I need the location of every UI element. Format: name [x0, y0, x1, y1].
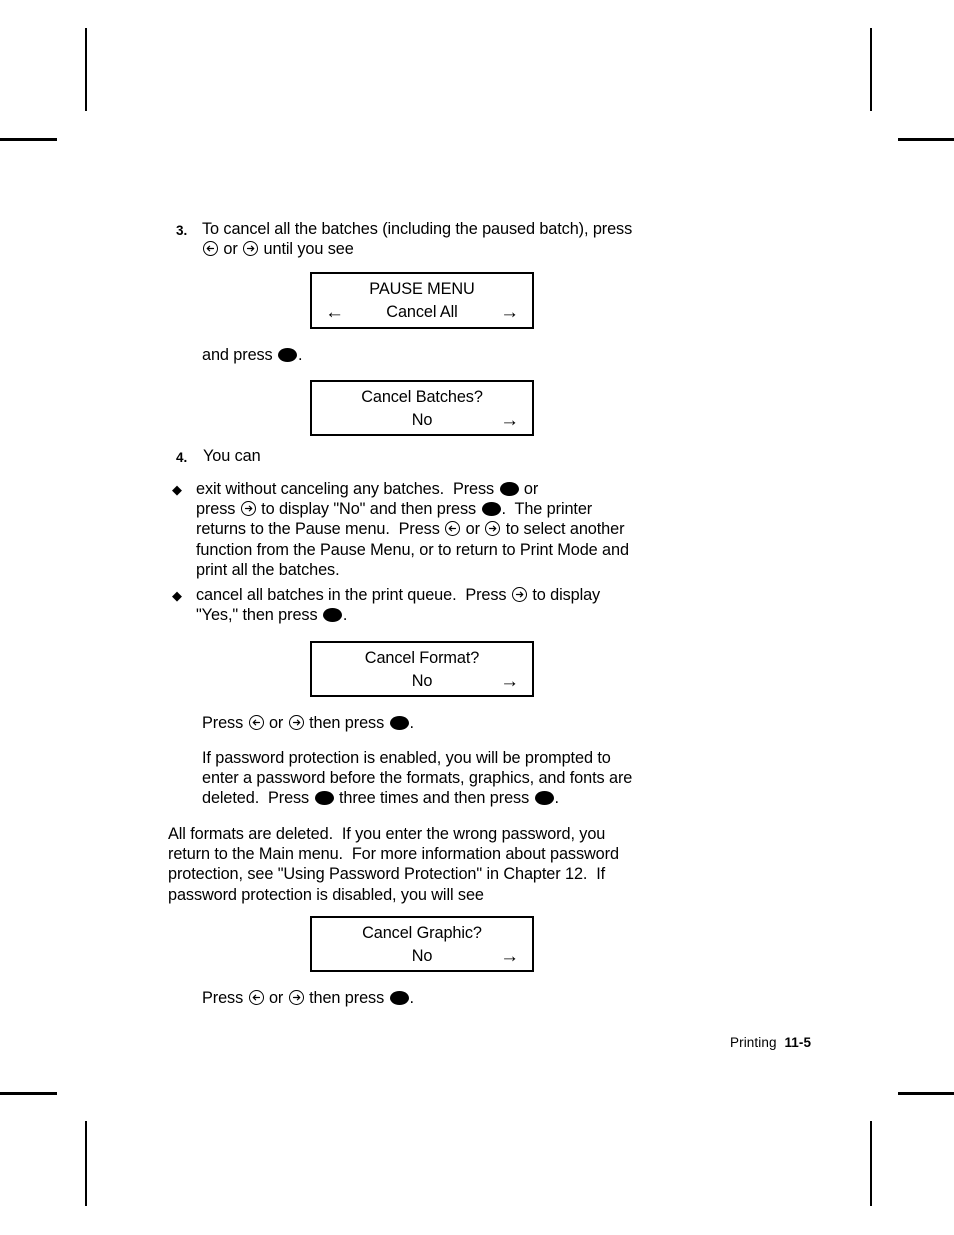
bullet-item-1-text: exit without canceling any batches. Pres… — [196, 480, 629, 579]
bullet-item-2-text: cancel all batches in the print queue. P… — [196, 586, 601, 625]
key-right-arrow-icon — [240, 501, 256, 517]
page-footer: Printing 11-5 — [730, 1035, 811, 1050]
lcd-line-1: Cancel Graphic? — [362, 924, 482, 942]
key-select-dot-icon — [278, 348, 298, 362]
key-right-arrow-icon — [485, 521, 501, 537]
lcd-display-pause-menu: PAUSE MENU ← Cancel All → — [310, 272, 534, 329]
manual-page: 3. To cancel all the batches (including … — [0, 0, 954, 1235]
lcd-line-1: Cancel Batches? — [361, 388, 483, 406]
lcd-display-cancel-format: Cancel Format? No → — [310, 641, 534, 697]
and-press-text: and press . — [202, 346, 303, 364]
lcd-arrow-left-icon: ← — [325, 302, 344, 323]
key-left-arrow-icon — [203, 241, 218, 257]
lcd-arrow-right-icon: → — [500, 410, 519, 431]
lcd-line-2-text: No — [411, 411, 433, 429]
press-arrows-text-2: Press or then press . — [202, 989, 414, 1007]
lcd-line-2-text: No — [411, 947, 433, 965]
lcd-display-cancel-graphic: Cancel Graphic? No → — [310, 916, 534, 972]
lcd-line-2: No → — [312, 670, 532, 693]
password-protection-note: If password protection is enabled, you w… — [202, 749, 633, 808]
key-right-arrow-icon — [288, 990, 304, 1005]
step-number-4: 4. — [176, 450, 188, 465]
step-4-text: You can — [203, 447, 261, 465]
bullet-marker-1: ◆ — [172, 482, 182, 497]
footer-page-number: 11-5 — [784, 1035, 812, 1050]
step-number-3: 3. — [176, 223, 188, 238]
lcd-line-2: ← Cancel All → — [312, 301, 532, 324]
key-left-arrow-icon — [445, 521, 461, 537]
step-3-text: To cancel all the batches (including the… — [202, 220, 633, 259]
bullet-marker-2: ◆ — [172, 588, 182, 603]
key-select-dot-icon — [314, 791, 334, 806]
lcd-line-2-text: Cancel All — [386, 303, 458, 321]
lcd-arrow-right-icon: → — [500, 671, 519, 692]
key-select-dot-icon — [534, 791, 554, 806]
lcd-line-1: Cancel Format? — [364, 649, 480, 667]
key-select-dot-icon — [499, 482, 519, 496]
press-arrows-text-1: Press or then press . — [202, 714, 414, 732]
key-left-arrow-icon — [248, 990, 264, 1005]
lcd-line-1: PAUSE MENU — [369, 280, 475, 298]
lcd-display-cancel-batches: Cancel Batches? No → — [310, 380, 534, 436]
all-formats-paragraph: All formats are deleted. If you enter th… — [168, 825, 619, 904]
key-left-arrow-icon — [248, 715, 264, 730]
lcd-line-2-text: No — [411, 672, 433, 690]
key-select-dot-icon — [322, 608, 342, 623]
key-select-dot-icon — [481, 502, 501, 517]
key-select-dot-icon — [389, 991, 409, 1005]
key-select-dot-icon — [389, 716, 409, 730]
key-right-arrow-icon — [511, 587, 527, 602]
footer-chapter-label: Printing — [730, 1035, 777, 1050]
lcd-line-2: No → — [312, 945, 532, 968]
key-right-arrow-icon — [288, 715, 304, 730]
key-right-arrow-icon — [243, 241, 259, 257]
lcd-arrow-right-icon: → — [500, 302, 519, 323]
lcd-line-2: No → — [312, 409, 532, 432]
lcd-arrow-right-icon: → — [500, 946, 519, 967]
